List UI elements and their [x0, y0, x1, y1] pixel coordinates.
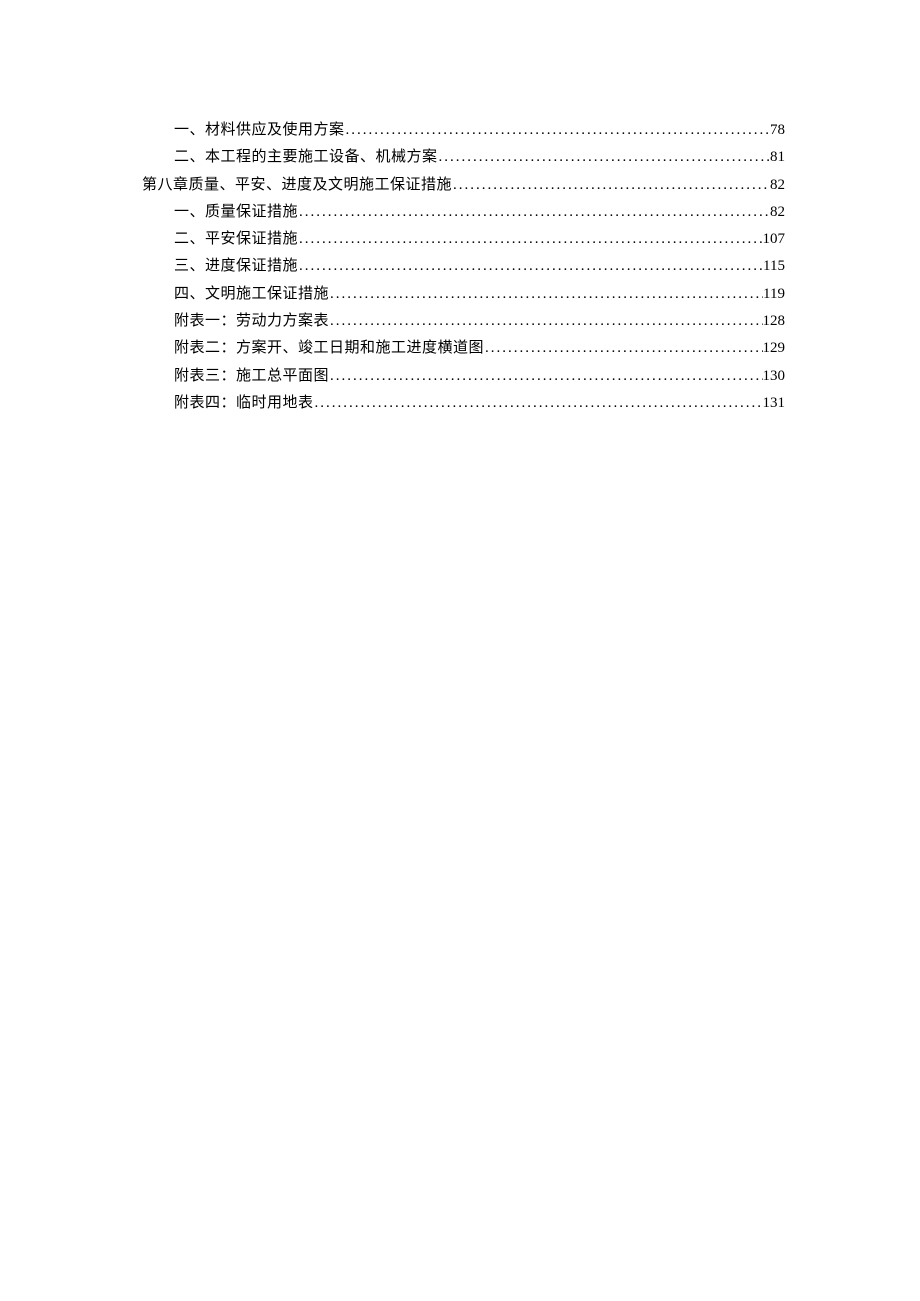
toc-page-number: 131: [763, 391, 786, 417]
toc-entry: 附表四：临时用地表 131: [174, 391, 785, 417]
toc-title: 三、进度保证措施: [174, 254, 298, 280]
toc-title: 一、质量保证措施: [174, 200, 298, 226]
toc-leader-dots: [452, 173, 770, 199]
toc-entry-chapter: 第八章质量、平安、进度及文明施工保证措施 82: [142, 173, 785, 199]
toc-page-number: 129: [763, 336, 786, 362]
toc-entry: 附表三：施工总平面图 130: [174, 364, 785, 390]
toc-page-number: 128: [763, 309, 786, 335]
toc-title: 二、平安保证措施: [174, 227, 298, 253]
toc-page-number: 78: [770, 118, 785, 144]
toc-entry: 附表二：方案开、竣工日期和施工进度横道图 129: [174, 336, 785, 362]
toc-leader-dots: [329, 282, 763, 308]
toc-leader-dots: [314, 391, 763, 417]
toc-entry: 四、文明施工保证措施 119: [174, 282, 785, 308]
toc-title: 一、材料供应及使用方案: [174, 118, 345, 144]
toc-page-number: 81: [770, 145, 785, 171]
toc-leader-dots: [329, 309, 762, 335]
toc-entry: 一、质量保证措施 82: [174, 200, 785, 226]
toc-title: 附表一：劳动力方案表: [174, 309, 329, 335]
toc-entry: 二、平安保证措施 107: [174, 227, 785, 253]
toc-entry: 附表一：劳动力方案表 128: [174, 309, 785, 335]
toc-title: 附表二：方案开、竣工日期和施工进度横道图: [174, 336, 484, 362]
toc-title: 二、本工程的主要施工设备、机械方案: [174, 145, 438, 171]
toc-page-number: 119: [763, 282, 785, 308]
toc-leader-dots: [298, 200, 770, 226]
toc-page-number: 115: [763, 254, 785, 280]
toc-leader-dots: [438, 145, 770, 171]
toc-page-number: 82: [770, 200, 785, 226]
toc-leader-dots: [298, 254, 763, 280]
toc-entry: 一、材料供应及使用方案 78: [174, 118, 785, 144]
toc-entry: 二、本工程的主要施工设备、机械方案 81: [174, 145, 785, 171]
toc-page-number: 130: [763, 364, 786, 390]
toc-title: 第八章质量、平安、进度及文明施工保证措施: [142, 173, 452, 199]
toc-leader-dots: [345, 118, 770, 144]
toc-leader-dots: [298, 227, 762, 253]
toc-leader-dots: [329, 364, 762, 390]
table-of-contents: 一、材料供应及使用方案 78 二、本工程的主要施工设备、机械方案 81 第八章质…: [142, 118, 785, 416]
toc-page-number: 82: [770, 173, 785, 199]
toc-leader-dots: [484, 336, 762, 362]
toc-title: 四、文明施工保证措施: [174, 282, 329, 308]
toc-title: 附表三：施工总平面图: [174, 364, 329, 390]
toc-title: 附表四：临时用地表: [174, 391, 314, 417]
toc-page-number: 107: [763, 227, 786, 253]
toc-entry: 三、进度保证措施 115: [174, 254, 785, 280]
